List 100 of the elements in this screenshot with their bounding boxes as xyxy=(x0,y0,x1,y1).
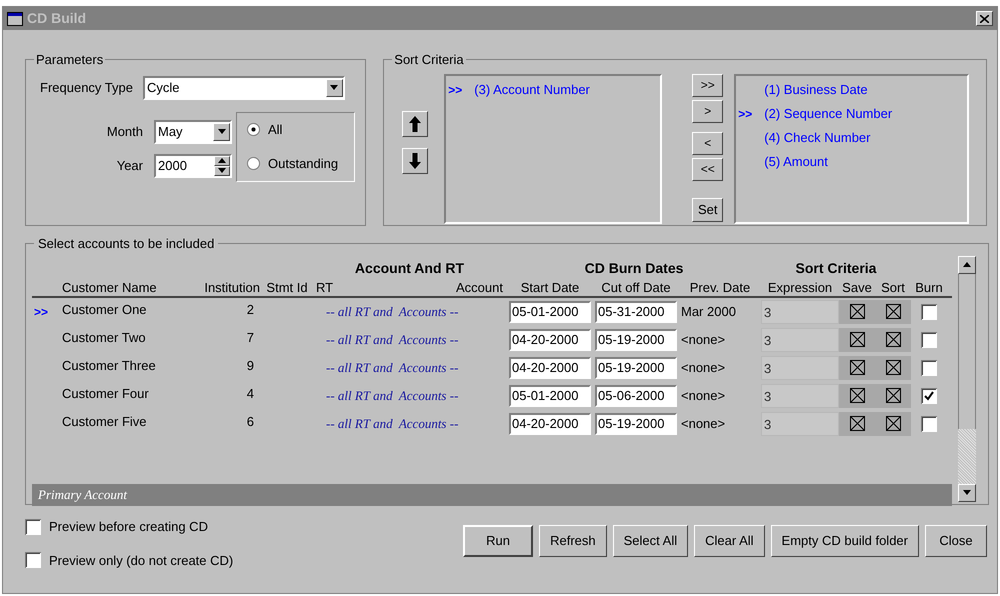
radio-button[interactable] xyxy=(247,123,260,136)
expression-field[interactable]: 3 xyxy=(761,300,839,324)
group-label: Select accounts to be included xyxy=(37,235,216,253)
table-cell-text: -- all RT and Accounts -- xyxy=(325,330,460,349)
dialog-button[interactable]: Refresh xyxy=(539,525,607,557)
column-header: Expression xyxy=(766,278,834,297)
table-cell-text: <none> xyxy=(680,330,726,349)
column-header: Prev. Date xyxy=(688,278,752,296)
date-field[interactable]: 05-19-2000 xyxy=(595,412,677,434)
table-cell-text: 7 xyxy=(246,328,255,346)
group-label: Sort Criteria xyxy=(393,51,465,69)
scroll-down-button[interactable] xyxy=(958,484,976,502)
spin-down-button[interactable] xyxy=(214,166,230,176)
table-cell-text: Mar 2000 xyxy=(680,302,737,321)
date-field[interactable]: 04-20-2000 xyxy=(509,328,591,350)
table-cell-text: Customer Four xyxy=(62,384,150,402)
crossed-checkbox[interactable] xyxy=(850,388,864,403)
date-field[interactable]: 05-01-2000 xyxy=(509,300,591,322)
radio-button[interactable] xyxy=(247,157,260,170)
down-triangle-icon xyxy=(218,168,226,173)
crossed-checkbox[interactable] xyxy=(886,304,900,319)
expression-field[interactable]: 3 xyxy=(761,328,839,352)
close-button[interactable] xyxy=(976,11,993,26)
field-label: Year xyxy=(116,156,143,175)
list-item[interactable]: (4) Check Number xyxy=(764,128,870,148)
set-button[interactable]: Set xyxy=(692,198,724,222)
move-up-button[interactable] xyxy=(402,110,428,136)
column-header: Institution xyxy=(203,278,261,296)
crossed-checkbox[interactable] xyxy=(850,304,864,319)
table-cell-text: -- all RT and Accounts -- xyxy=(325,358,460,377)
dialog-button[interactable]: Run xyxy=(463,525,534,557)
close-icon xyxy=(980,14,989,22)
down-arrow-icon xyxy=(409,152,422,168)
expression-field[interactable]: 3 xyxy=(761,412,839,436)
checkbox[interactable] xyxy=(921,332,937,348)
date-field[interactable]: 04-20-2000 xyxy=(509,412,591,434)
window-title: CD Build xyxy=(27,9,86,28)
table-cell-text: <none> xyxy=(680,386,726,405)
dropdown-button[interactable] xyxy=(213,122,230,140)
crossed-checkbox[interactable] xyxy=(886,416,900,431)
sort-list[interactable]: >> (3) Account Number xyxy=(444,74,662,224)
column-header: Account xyxy=(455,278,504,296)
down-triangle-icon xyxy=(963,490,971,495)
move-button[interactable]: > xyxy=(692,100,724,122)
month-dropdown[interactable]: May xyxy=(154,120,232,144)
table-cell-text: -- all RT and Accounts -- xyxy=(325,386,460,405)
column-group-header: CD Burn Dates xyxy=(584,258,684,278)
table-cell-text: 4 xyxy=(246,384,255,402)
available-list[interactable]: (1) Business Date >> (2) Sequence Number (4) Check Number (5) Amount xyxy=(734,74,970,224)
down-triangle-icon xyxy=(330,85,338,90)
expression-field[interactable]: 3 xyxy=(761,356,839,380)
checkbox[interactable] xyxy=(25,552,41,568)
move-button[interactable]: << xyxy=(692,158,724,180)
dropdown-button[interactable] xyxy=(326,78,343,96)
table-cell-text: 6 xyxy=(246,412,255,430)
checkbox[interactable] xyxy=(921,304,937,320)
dialog-button[interactable]: Empty CD build folder xyxy=(770,525,919,557)
frequency-type-dropdown[interactable]: Cycle xyxy=(142,76,345,100)
date-field[interactable]: 05-01-2000 xyxy=(509,384,591,406)
list-item[interactable]: (3) Account Number xyxy=(474,80,590,100)
crossed-checkbox[interactable] xyxy=(886,332,900,347)
current-marker: >> xyxy=(738,106,752,120)
year-spinner[interactable]: 2000 xyxy=(154,154,232,178)
crossed-checkbox[interactable] xyxy=(886,360,900,375)
dialog-button[interactable]: Close xyxy=(925,525,987,557)
table-cell-text: Customer One xyxy=(62,300,148,318)
crossed-checkbox[interactable] xyxy=(850,360,864,375)
checkbox-label: Preview before creating CD xyxy=(49,518,208,536)
list-item[interactable]: (2) Sequence Number xyxy=(764,104,892,124)
column-header: Cut off Date xyxy=(600,278,672,296)
scroll-up-button[interactable] xyxy=(958,256,976,274)
checked-checkbox[interactable] xyxy=(921,388,937,404)
date-field[interactable]: 05-19-2000 xyxy=(595,328,677,350)
table-cell-text: 2 xyxy=(246,300,255,318)
crossed-checkbox[interactable] xyxy=(886,388,900,403)
crossed-checkbox[interactable] xyxy=(850,332,864,347)
dialog-button[interactable]: Select All xyxy=(612,525,688,557)
checkbox[interactable] xyxy=(921,360,937,376)
list-item[interactable]: (5) Amount xyxy=(764,152,828,172)
column-header: Save xyxy=(841,278,873,296)
move-button[interactable]: >> xyxy=(692,74,724,96)
up-triangle-icon xyxy=(218,158,226,163)
field-label: Frequency Type xyxy=(40,78,133,97)
expression-field[interactable]: 3 xyxy=(761,384,839,408)
column-header: RT xyxy=(315,278,334,296)
date-field[interactable]: 05-06-2000 xyxy=(595,384,677,406)
list-item[interactable]: (1) Business Date xyxy=(764,80,868,100)
date-field[interactable]: 05-31-2000 xyxy=(595,300,677,322)
checkbox[interactable] xyxy=(921,416,937,432)
scrollbar[interactable] xyxy=(958,256,976,502)
date-field[interactable]: 05-19-2000 xyxy=(595,356,677,378)
checkbox[interactable] xyxy=(25,518,41,535)
move-down-button[interactable] xyxy=(402,148,428,174)
dialog-button[interactable]: Clear All xyxy=(694,525,765,557)
spin-up-button[interactable] xyxy=(214,156,230,166)
move-button[interactable]: < xyxy=(692,132,724,154)
crossed-checkbox[interactable] xyxy=(850,416,864,431)
date-field[interactable]: 04-20-2000 xyxy=(509,356,591,378)
table-cell-text: <none> xyxy=(680,414,726,433)
checkbox-label: Preview only (do not create CD) xyxy=(49,552,234,570)
